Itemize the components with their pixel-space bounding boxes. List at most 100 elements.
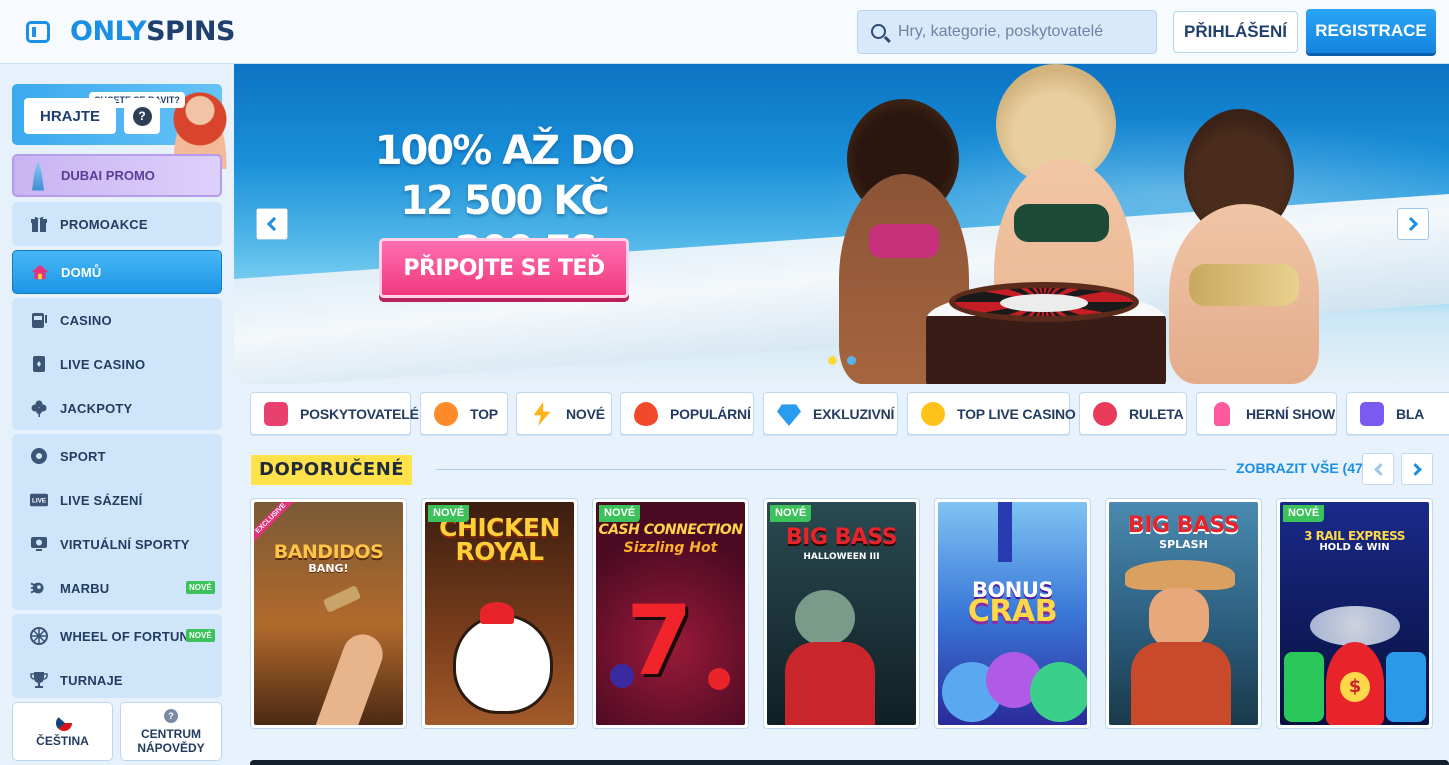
chicken-comb-shape bbox=[480, 602, 514, 624]
revolver-shape bbox=[322, 585, 362, 613]
fisherman-face-shape bbox=[1149, 588, 1209, 648]
hero-pagination bbox=[828, 356, 856, 365]
game-title: BIG BASS bbox=[785, 525, 898, 550]
category-label: RULETA bbox=[1129, 406, 1184, 422]
game-tile-cash-connection[interactable]: CASH CONNECTION Sizzling Hot 7 NOVÉ bbox=[592, 498, 749, 729]
sidebar: CHCETE SE BAVIT? HRAJTE ? DUBAI PROMO PR… bbox=[0, 64, 234, 765]
hero-dot-2[interactable] bbox=[847, 356, 856, 365]
cards-icon bbox=[30, 355, 48, 373]
sidebar-item-casino[interactable]: CASINO bbox=[12, 298, 222, 342]
search-input[interactable] bbox=[898, 11, 1148, 53]
sidebar-item-live-sazeni[interactable]: LIVE LIVE SÁZENÍ bbox=[12, 478, 222, 522]
steam-cloud-shape bbox=[1310, 606, 1400, 646]
game-tile-bonus-crab[interactable]: BONUS CRAB bbox=[934, 498, 1091, 729]
dubai-tower-icon bbox=[32, 160, 44, 191]
sidebar-item-label: VIRTUÁLNÍ SPORTY bbox=[60, 536, 190, 552]
category-chip-top-live-casino[interactable]: TOP LIVE CASINO bbox=[907, 392, 1076, 435]
logo-part-spins: SPINS bbox=[146, 16, 235, 47]
nav-group-promo: PROMOAKCE bbox=[12, 202, 222, 246]
dubai-promo-item[interactable]: DUBAI PROMO bbox=[12, 154, 222, 197]
logo[interactable]: ONLYSPINS bbox=[70, 15, 235, 49]
game-tile-3-rail-express[interactable]: 3 RAIL EXPRESS HOLD & WIN $ NOVÉ bbox=[1276, 498, 1433, 729]
help-center-label: CENTRUM NÁPOVĚDY bbox=[121, 727, 221, 755]
section-divider bbox=[436, 469, 1226, 470]
sidebar-item-jackpoty[interactable]: JACKPOTY bbox=[12, 386, 222, 430]
hero-join-button[interactable]: PŘIPOJTE SE TEĎ bbox=[379, 238, 629, 298]
game-art: CASH CONNECTION Sizzling Hot 7 NOVÉ bbox=[596, 502, 745, 725]
sidebar-item-live-casino[interactable]: LIVE CASINO bbox=[12, 342, 222, 386]
category-chip-top[interactable]: TOP bbox=[420, 392, 508, 435]
game-subtitle: ROYAL bbox=[455, 537, 544, 566]
sidebar-toggle-icon[interactable] bbox=[26, 21, 50, 43]
czech-flag-icon bbox=[56, 715, 72, 731]
game-art: BANDIDOS BANG! EXCLUSIVE bbox=[254, 502, 403, 725]
new-badge: NOVÉ bbox=[428, 505, 470, 522]
grape-icon bbox=[610, 664, 634, 688]
game-subtitle: SPLASH bbox=[1159, 538, 1208, 551]
category-chip-roulette[interactable]: RULETA bbox=[1079, 392, 1187, 435]
play-button[interactable]: HRAJTE bbox=[24, 98, 116, 134]
hero-banner[interactable]: 100% AŽ DO 12 500 KČ + 200 FS PŘIPOJTE S… bbox=[234, 64, 1449, 384]
trophy-icon bbox=[30, 671, 48, 689]
game-tile-big-bass-splash[interactable]: BIG BASS SPLASH bbox=[1105, 498, 1262, 729]
hand-shape bbox=[309, 628, 389, 725]
hero-next-button[interactable] bbox=[1397, 208, 1429, 240]
sidebar-item-promoakce[interactable]: PROMOAKCE bbox=[12, 202, 222, 246]
cowboy-hat-shape bbox=[1125, 560, 1235, 590]
game-subtitle: CRAB bbox=[967, 594, 1058, 629]
category-chip-blackjack[interactable]: BLA bbox=[1346, 392, 1449, 435]
search-box[interactable] bbox=[857, 10, 1157, 54]
chevron-right-icon bbox=[1408, 462, 1422, 476]
language-label: ČEŠTINA bbox=[36, 734, 89, 748]
recommended-next-button[interactable] bbox=[1401, 453, 1433, 485]
diamond-icon bbox=[777, 404, 801, 426]
login-button[interactable]: PŘIHLÁŠENÍ bbox=[1173, 11, 1298, 53]
sidebar-item-marbu[interactable]: MARBU NOVÉ bbox=[12, 566, 222, 610]
dollar-coin-icon: $ bbox=[1340, 672, 1370, 702]
category-chip-popular[interactable]: POPULÁRNÍ bbox=[620, 392, 754, 435]
nav-group-home: DOMŮ bbox=[12, 250, 222, 294]
category-chip-new[interactable]: NOVÉ bbox=[516, 392, 612, 435]
logo-part-only: ONLY bbox=[70, 16, 147, 47]
hero-dot-1[interactable] bbox=[828, 356, 837, 365]
sidebar-item-virtual-sports[interactable]: VIRTUÁLNÍ SPORTY bbox=[12, 522, 222, 566]
hero-title-line1: 100% AŽ DO 12 500 KČ bbox=[374, 128, 636, 224]
game-tile-bandidos[interactable]: BANDIDOS BANG! EXCLUSIVE bbox=[250, 498, 407, 729]
nav-group-sport: SPORT LIVE LIVE SÁZENÍ VIRTUÁLNÍ SPORTY … bbox=[12, 434, 222, 610]
help-center-button[interactable]: ? CENTRUM NÁPOVĚDY bbox=[120, 702, 222, 761]
roulette-icon bbox=[1093, 402, 1117, 426]
category-label: NOVÉ bbox=[566, 406, 605, 422]
sidebar-item-wheel-of-fortune[interactable]: WHEEL OF FORTUNE NOVÉ bbox=[12, 614, 222, 658]
help-icon: ? bbox=[164, 709, 178, 723]
category-label: POPULÁRNÍ bbox=[670, 406, 751, 422]
play-promo-card[interactable]: CHCETE SE BAVIT? HRAJTE ? bbox=[12, 84, 230, 169]
game-tile-chicken-royal[interactable]: CHICKEN ROYAL NOVÉ bbox=[421, 498, 578, 729]
register-button[interactable]: REGISTRACE bbox=[1306, 9, 1436, 53]
blue-train-shape bbox=[1386, 652, 1426, 722]
gift-icon bbox=[30, 215, 48, 233]
cherry-icon bbox=[708, 668, 730, 690]
category-bar: POSKYTOVATELÉ TOP NOVÉ POPULÁRNÍ EXKLUZI… bbox=[250, 392, 1449, 436]
hero-prev-button[interactable] bbox=[256, 208, 288, 240]
category-chip-providers[interactable]: POSKYTOVATELÉ bbox=[250, 392, 419, 435]
clover-icon bbox=[30, 399, 48, 417]
game-tile-big-bass-halloween[interactable]: BIG BASS HALLOWEEN III NOVÉ bbox=[763, 498, 920, 729]
recommended-prev-button[interactable] bbox=[1362, 453, 1394, 485]
sidebar-item-turnaje[interactable]: TURNAJE bbox=[12, 658, 222, 698]
sidebar-item-home[interactable]: DOMŮ bbox=[12, 250, 222, 294]
play-help-button[interactable]: ? bbox=[124, 98, 160, 134]
language-selector[interactable]: ČEŠTINA bbox=[12, 702, 113, 761]
sidebar-item-sport[interactable]: SPORT bbox=[12, 434, 222, 478]
fisherman-body-shape bbox=[1131, 642, 1231, 725]
category-chip-game-show[interactable]: HERNÍ SHOW bbox=[1196, 392, 1337, 435]
slot-machine-icon bbox=[30, 311, 48, 329]
zombie-head-shape bbox=[795, 590, 855, 646]
category-label: HERNÍ SHOW bbox=[1246, 406, 1336, 422]
category-chip-exclusive[interactable]: EXKLUZIVNÍ bbox=[763, 392, 898, 435]
wheel-icon bbox=[30, 627, 48, 645]
show-all-link[interactable]: ZOBRAZIT VŠE (47) bbox=[1236, 460, 1367, 476]
fire-icon bbox=[634, 402, 658, 426]
new-badge: NOVÉ bbox=[186, 629, 215, 642]
chicken-shape bbox=[453, 614, 553, 714]
recommended-title: DOPORUČENÉ bbox=[251, 455, 413, 485]
